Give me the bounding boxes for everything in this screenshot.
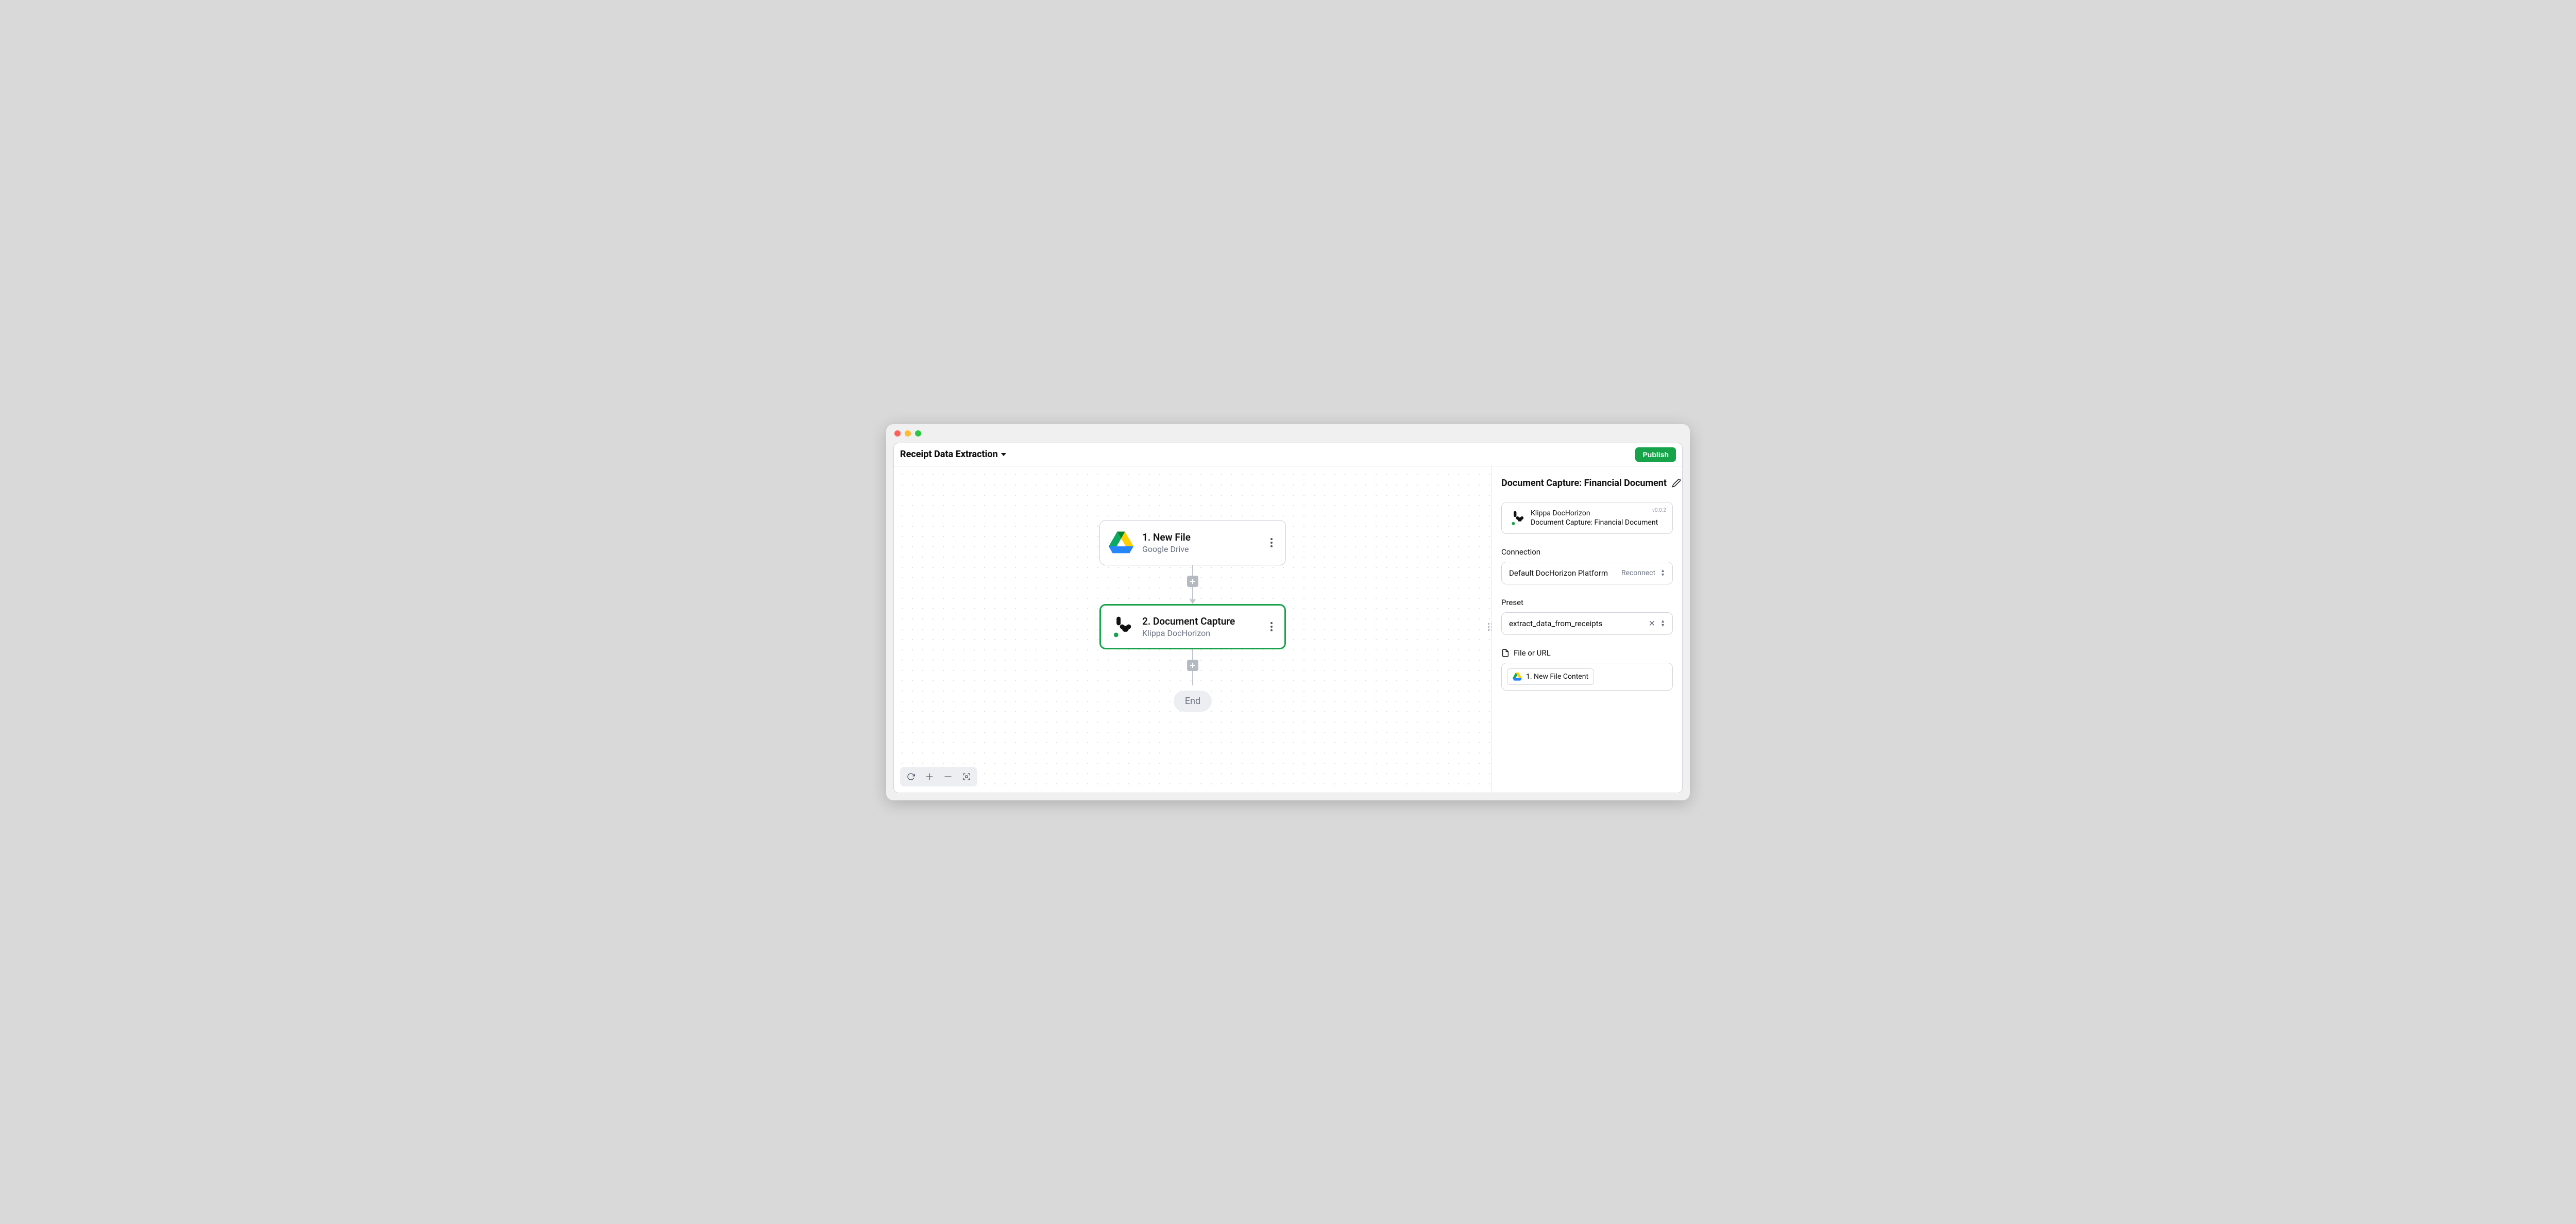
file-reference-chip[interactable]: 1. New File Content <box>1507 668 1594 685</box>
connector-line <box>1192 587 1193 600</box>
google-drive-icon <box>1108 530 1134 556</box>
toolbar: Receipt Data Extraction Publish <box>894 443 1682 466</box>
node-subtitle: Google Drive <box>1142 544 1258 554</box>
zoom-in-button[interactable]: ＋ <box>921 769 938 784</box>
select-stepper-icon[interactable]: ▲▼ <box>1660 619 1665 628</box>
file-chip-label: 1. New File Content <box>1526 673 1588 681</box>
flow-node-document-capture[interactable]: 2. Document Capture Klippa DocHorizon <box>1099 604 1286 649</box>
node-menu-button[interactable] <box>1266 619 1277 634</box>
connection-select[interactable]: Default DocHorizon Platform Reconnect ▲▼ <box>1501 562 1673 584</box>
node-title: 1. New File <box>1142 531 1258 543</box>
arrowhead-icon <box>1190 599 1196 604</box>
preset-label: Preset <box>1501 598 1673 607</box>
canvas-controls: ＋ － <box>900 767 977 786</box>
titlebar <box>886 424 1690 443</box>
connection-label: Connection <box>1501 547 1673 557</box>
flow-title: Receipt Data Extraction <box>900 449 998 460</box>
node-title: 2. Document Capture <box>1142 615 1258 627</box>
fit-view-button[interactable] <box>958 769 975 784</box>
details-header: Document Capture: Financial Document <box>1501 478 1673 489</box>
clear-preset-button[interactable]: ✕ <box>1649 619 1655 628</box>
refresh-button[interactable] <box>902 769 920 784</box>
workspace: 1. New File Google Drive <box>894 466 1682 793</box>
connector-line <box>1192 649 1193 660</box>
publish-button[interactable]: Publish <box>1635 447 1676 462</box>
app-frame: Receipt Data Extraction Publish <box>893 443 1683 793</box>
node-subtitle: Klippa DocHorizon <box>1142 628 1258 638</box>
file-input[interactable]: 1. New File Content <box>1501 663 1673 691</box>
caret-down-icon <box>1001 453 1006 456</box>
klippa-icon <box>1108 614 1134 640</box>
edit-title-button[interactable] <box>1672 478 1681 488</box>
window-minimize-button[interactable] <box>905 430 911 437</box>
end-node: End <box>1174 691 1212 712</box>
add-step-button[interactable] <box>1187 660 1198 671</box>
canvas[interactable]: 1. New File Google Drive <box>894 466 1492 793</box>
integration-version: v0.0.2 <box>1652 508 1666 513</box>
window-zoom-button[interactable] <box>915 430 921 437</box>
connector-line <box>1192 671 1193 685</box>
select-stepper-icon[interactable]: ▲▼ <box>1660 569 1665 577</box>
node-text: 2. Document Capture Klippa DocHorizon <box>1142 615 1258 638</box>
klippa-icon <box>1509 510 1524 526</box>
flow-column: 1. New File Google Drive <box>1099 520 1286 712</box>
node-text: 1. New File Google Drive <box>1142 531 1258 554</box>
connection-value: Default DocHorizon Platform <box>1509 568 1608 578</box>
window-close-button[interactable] <box>894 430 901 437</box>
panel-resize-handle[interactable] <box>1488 623 1492 635</box>
integration-action: Document Capture: Financial Document <box>1531 518 1665 527</box>
flow-node-new-file[interactable]: 1. New File Google Drive <box>1099 520 1286 565</box>
zoom-out-button[interactable]: － <box>939 769 957 784</box>
preset-select[interactable]: extract_data_from_receipts ✕ ▲▼ <box>1501 612 1673 635</box>
integration-info-text: Klippa DocHorizon Document Capture: Fina… <box>1531 509 1665 527</box>
add-step-button[interactable] <box>1187 576 1198 587</box>
node-menu-button[interactable] <box>1266 535 1277 550</box>
file-label: File or URL <box>1501 648 1673 658</box>
file-label-text: File or URL <box>1514 648 1551 658</box>
integration-info-card: Klippa DocHorizon Document Capture: Fina… <box>1501 502 1673 534</box>
preset-value: extract_data_from_receipts <box>1509 619 1602 628</box>
file-icon <box>1501 649 1510 657</box>
reconnect-link[interactable]: Reconnect <box>1621 569 1655 577</box>
connector-line <box>1192 565 1193 576</box>
google-drive-icon <box>1513 672 1522 681</box>
details-title: Document Capture: Financial Document <box>1501 478 1667 489</box>
integration-name: Klippa DocHorizon <box>1531 509 1665 518</box>
flow-title-dropdown[interactable]: Receipt Data Extraction <box>900 449 1006 460</box>
details-panel: Document Capture: Financial Document <box>1492 466 1682 793</box>
mac-window: Receipt Data Extraction Publish <box>886 424 1690 800</box>
